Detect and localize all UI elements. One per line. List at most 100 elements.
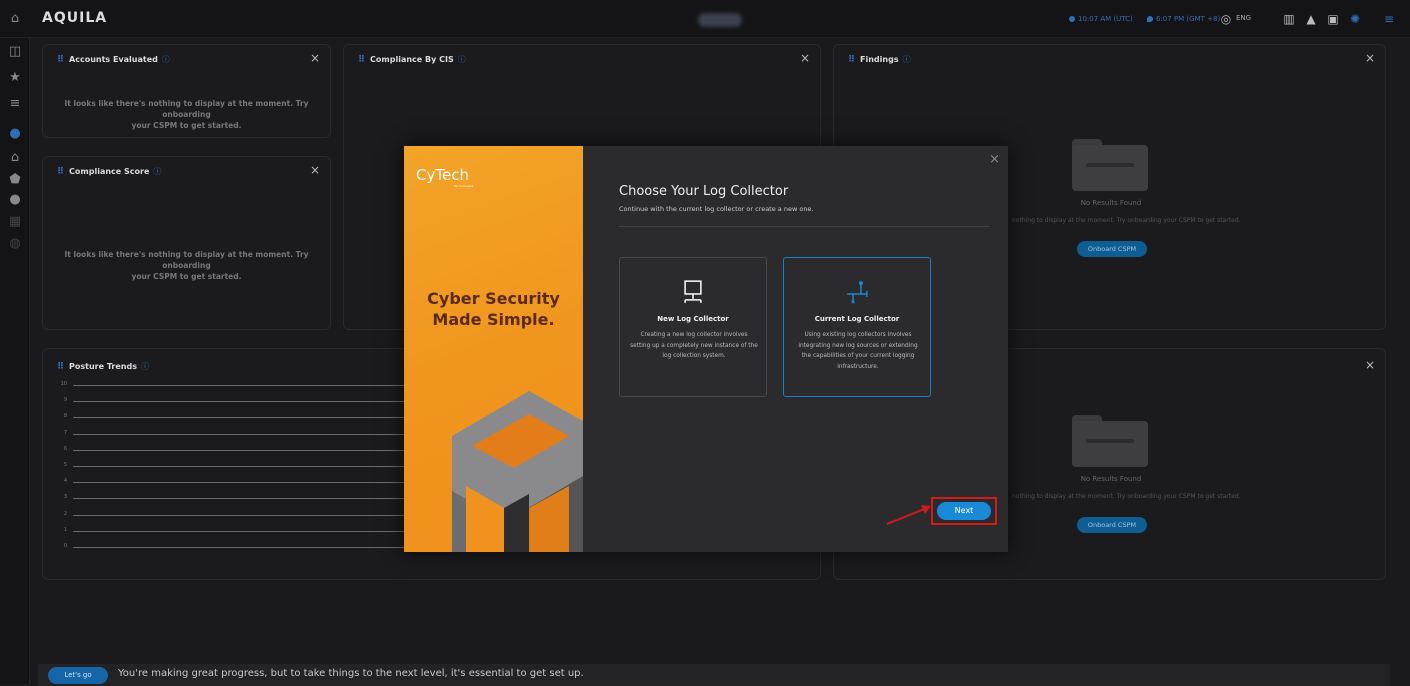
setup-banner: Let's go You're making great progress, b… <box>38 664 1390 686</box>
empty-message: It looks like there's nothing to display… <box>43 249 330 282</box>
y-tick-label: 10 <box>60 381 67 387</box>
empty-message: nothing to display at the moment. Try on… <box>1012 217 1241 224</box>
drag-handle-icon[interactable]: ⠿ <box>848 55 855 65</box>
empty-message-line1: It looks like there's nothing to display… <box>64 99 309 119</box>
y-tick-label: 6 <box>63 445 67 452</box>
info-icon[interactable]: ⓘ <box>162 55 170 64</box>
compliance-score-title: ⠿ Compliance Score ⓘ <box>57 166 161 177</box>
panel-title-text: Findings <box>860 55 899 64</box>
card-title: New Log Collector <box>657 315 729 323</box>
location-icon <box>1147 16 1153 22</box>
info-icon[interactable]: ⓘ <box>141 362 149 371</box>
cloud-icon[interactable]: ● <box>5 124 25 144</box>
close-icon[interactable]: × <box>1365 358 1375 372</box>
divider <box>619 226 989 227</box>
info-icon[interactable]: ⓘ <box>153 167 161 176</box>
empty-folder-icon <box>1072 415 1148 467</box>
clock-utc: 10:07 AM (UTC) <box>1069 15 1133 23</box>
network-icon <box>847 281 868 304</box>
drag-handle-icon[interactable]: ⠿ <box>57 55 64 65</box>
accounts-evaluated-title: ⠿ Accounts Evaluated ⓘ <box>57 54 170 65</box>
chart-gridline-row: 0 <box>43 543 413 553</box>
gridline <box>73 530 413 532</box>
drag-handle-icon[interactable]: ⠿ <box>358 55 365 65</box>
language-globe-icon[interactable]: ◎ <box>1217 10 1235 28</box>
card-description: Using existing log collectors involves i… <box>798 332 918 370</box>
clock-local: 6:07 PM (GMT +8) <box>1147 15 1220 23</box>
log-collector-modal: CyTech Technologies Cyber Security Made … <box>404 146 1008 552</box>
modal-title: Choose Your Log Collector <box>619 184 789 199</box>
left-sidebar: ◫ ★ ≡ ● ⌂ ⬟ ● ▦ ◍ <box>0 38 30 684</box>
close-icon[interactable]: × <box>310 51 320 65</box>
gridline <box>73 514 413 516</box>
gridline <box>73 498 413 500</box>
close-icon[interactable]: × <box>989 152 1000 167</box>
empty-folder-icon <box>1072 139 1148 191</box>
blurred-org-chip <box>698 13 742 27</box>
y-tick-label: 8 <box>63 413 67 420</box>
current-log-collector-card[interactable]: Current Log Collector Using existing log… <box>783 257 931 397</box>
star-icon[interactable]: ★ <box>5 68 25 88</box>
chart-gridline-row: 5 <box>43 462 413 472</box>
drag-handle-icon[interactable]: ⠿ <box>57 362 64 372</box>
card-description: Creating a new log collector involves se… <box>630 332 758 359</box>
posture-trends-title: ⠿ Posture Trends ⓘ <box>57 361 149 372</box>
badge-icon[interactable]: ● <box>5 190 25 210</box>
info-icon[interactable]: ⓘ <box>903 55 911 64</box>
support-icon[interactable]: ✺ <box>1346 10 1364 28</box>
panel-title-text: Compliance Score <box>69 167 150 176</box>
panel-title-text: Accounts Evaluated <box>69 55 158 64</box>
monitor-icon <box>684 280 702 303</box>
onboard-cspm-button[interactable]: Onboard CSPM <box>1077 241 1147 257</box>
y-tick-label: 9 <box>63 397 67 404</box>
calculator-icon[interactable]: ▣ <box>1324 10 1342 28</box>
chart-gridline-row: 9 <box>43 397 413 407</box>
chart-gridline-row: 2 <box>43 511 413 521</box>
card-title: Current Log Collector <box>814 315 900 323</box>
new-log-collector-card[interactable]: New Log Collector Creating a new log col… <box>619 257 767 397</box>
modal-brand-panel: CyTech Technologies Cyber Security Made … <box>404 146 583 552</box>
y-tick-label: 2 <box>63 510 67 517</box>
gridline <box>73 401 413 403</box>
drag-handle-icon[interactable]: ⠿ <box>57 167 64 177</box>
findings-title: ⠿ Findings ⓘ <box>848 54 911 65</box>
next-button[interactable]: Next <box>937 502 991 520</box>
gridline <box>73 417 413 419</box>
info-icon[interactable]: ⓘ <box>458 55 466 64</box>
close-icon[interactable]: × <box>1365 51 1375 65</box>
gridline <box>73 482 413 484</box>
gridline <box>73 547 413 548</box>
clock-utc-text: 10:07 AM (UTC) <box>1078 15 1133 23</box>
database-icon[interactable]: ◍ <box>5 234 25 254</box>
chart-gridline-row: 4 <box>43 478 413 488</box>
language-selector[interactable]: ENG <box>1236 14 1251 22</box>
bell-icon[interactable]: ▲ <box>1302 10 1320 28</box>
menu-icon[interactable]: ≡ <box>1380 10 1398 28</box>
app-brand[interactable]: AQUILA <box>42 10 107 26</box>
cube-graphic <box>452 391 583 552</box>
compliance-by-cis-title: ⠿ Compliance By CIS ⓘ <box>358 54 466 65</box>
lets-go-button[interactable]: Let's go <box>48 667 108 684</box>
close-icon[interactable]: × <box>310 163 320 177</box>
grid-icon[interactable]: ▦ <box>5 212 25 232</box>
panel-title-text: Posture Trends <box>69 362 137 371</box>
shield-icon[interactable]: ⬟ <box>5 170 25 190</box>
chart-gridline-row: 8 <box>43 413 413 423</box>
bank-icon[interactable]: ⌂ <box>5 148 25 168</box>
onboard-cspm-button[interactable]: Onboard CSPM <box>1077 517 1147 533</box>
chart-gridline-row: 7 <box>43 430 413 440</box>
panel-icon[interactable]: ◫ <box>5 42 25 62</box>
chart-gridline-row: 3 <box>43 494 413 504</box>
y-tick-label: 5 <box>63 462 67 468</box>
gridline <box>73 449 413 451</box>
y-tick-label: 4 <box>63 478 67 485</box>
building-icon[interactable]: ▥ <box>1280 10 1298 28</box>
clock-local-text: 6:07 PM (GMT +8) <box>1156 15 1221 23</box>
list-icon[interactable]: ≡ <box>5 94 25 114</box>
banner-text: You're making great progress, but to tak… <box>118 668 584 679</box>
no-results-text: No Results Found <box>1080 475 1142 483</box>
compliance-score-panel: ⠿ Compliance Score ⓘ × It looks like there… <box>42 156 331 330</box>
home-icon[interactable]: ⌂ <box>5 9 25 29</box>
close-icon[interactable]: × <box>800 51 810 65</box>
empty-message-line2: your CSPM to get started. <box>131 121 242 130</box>
